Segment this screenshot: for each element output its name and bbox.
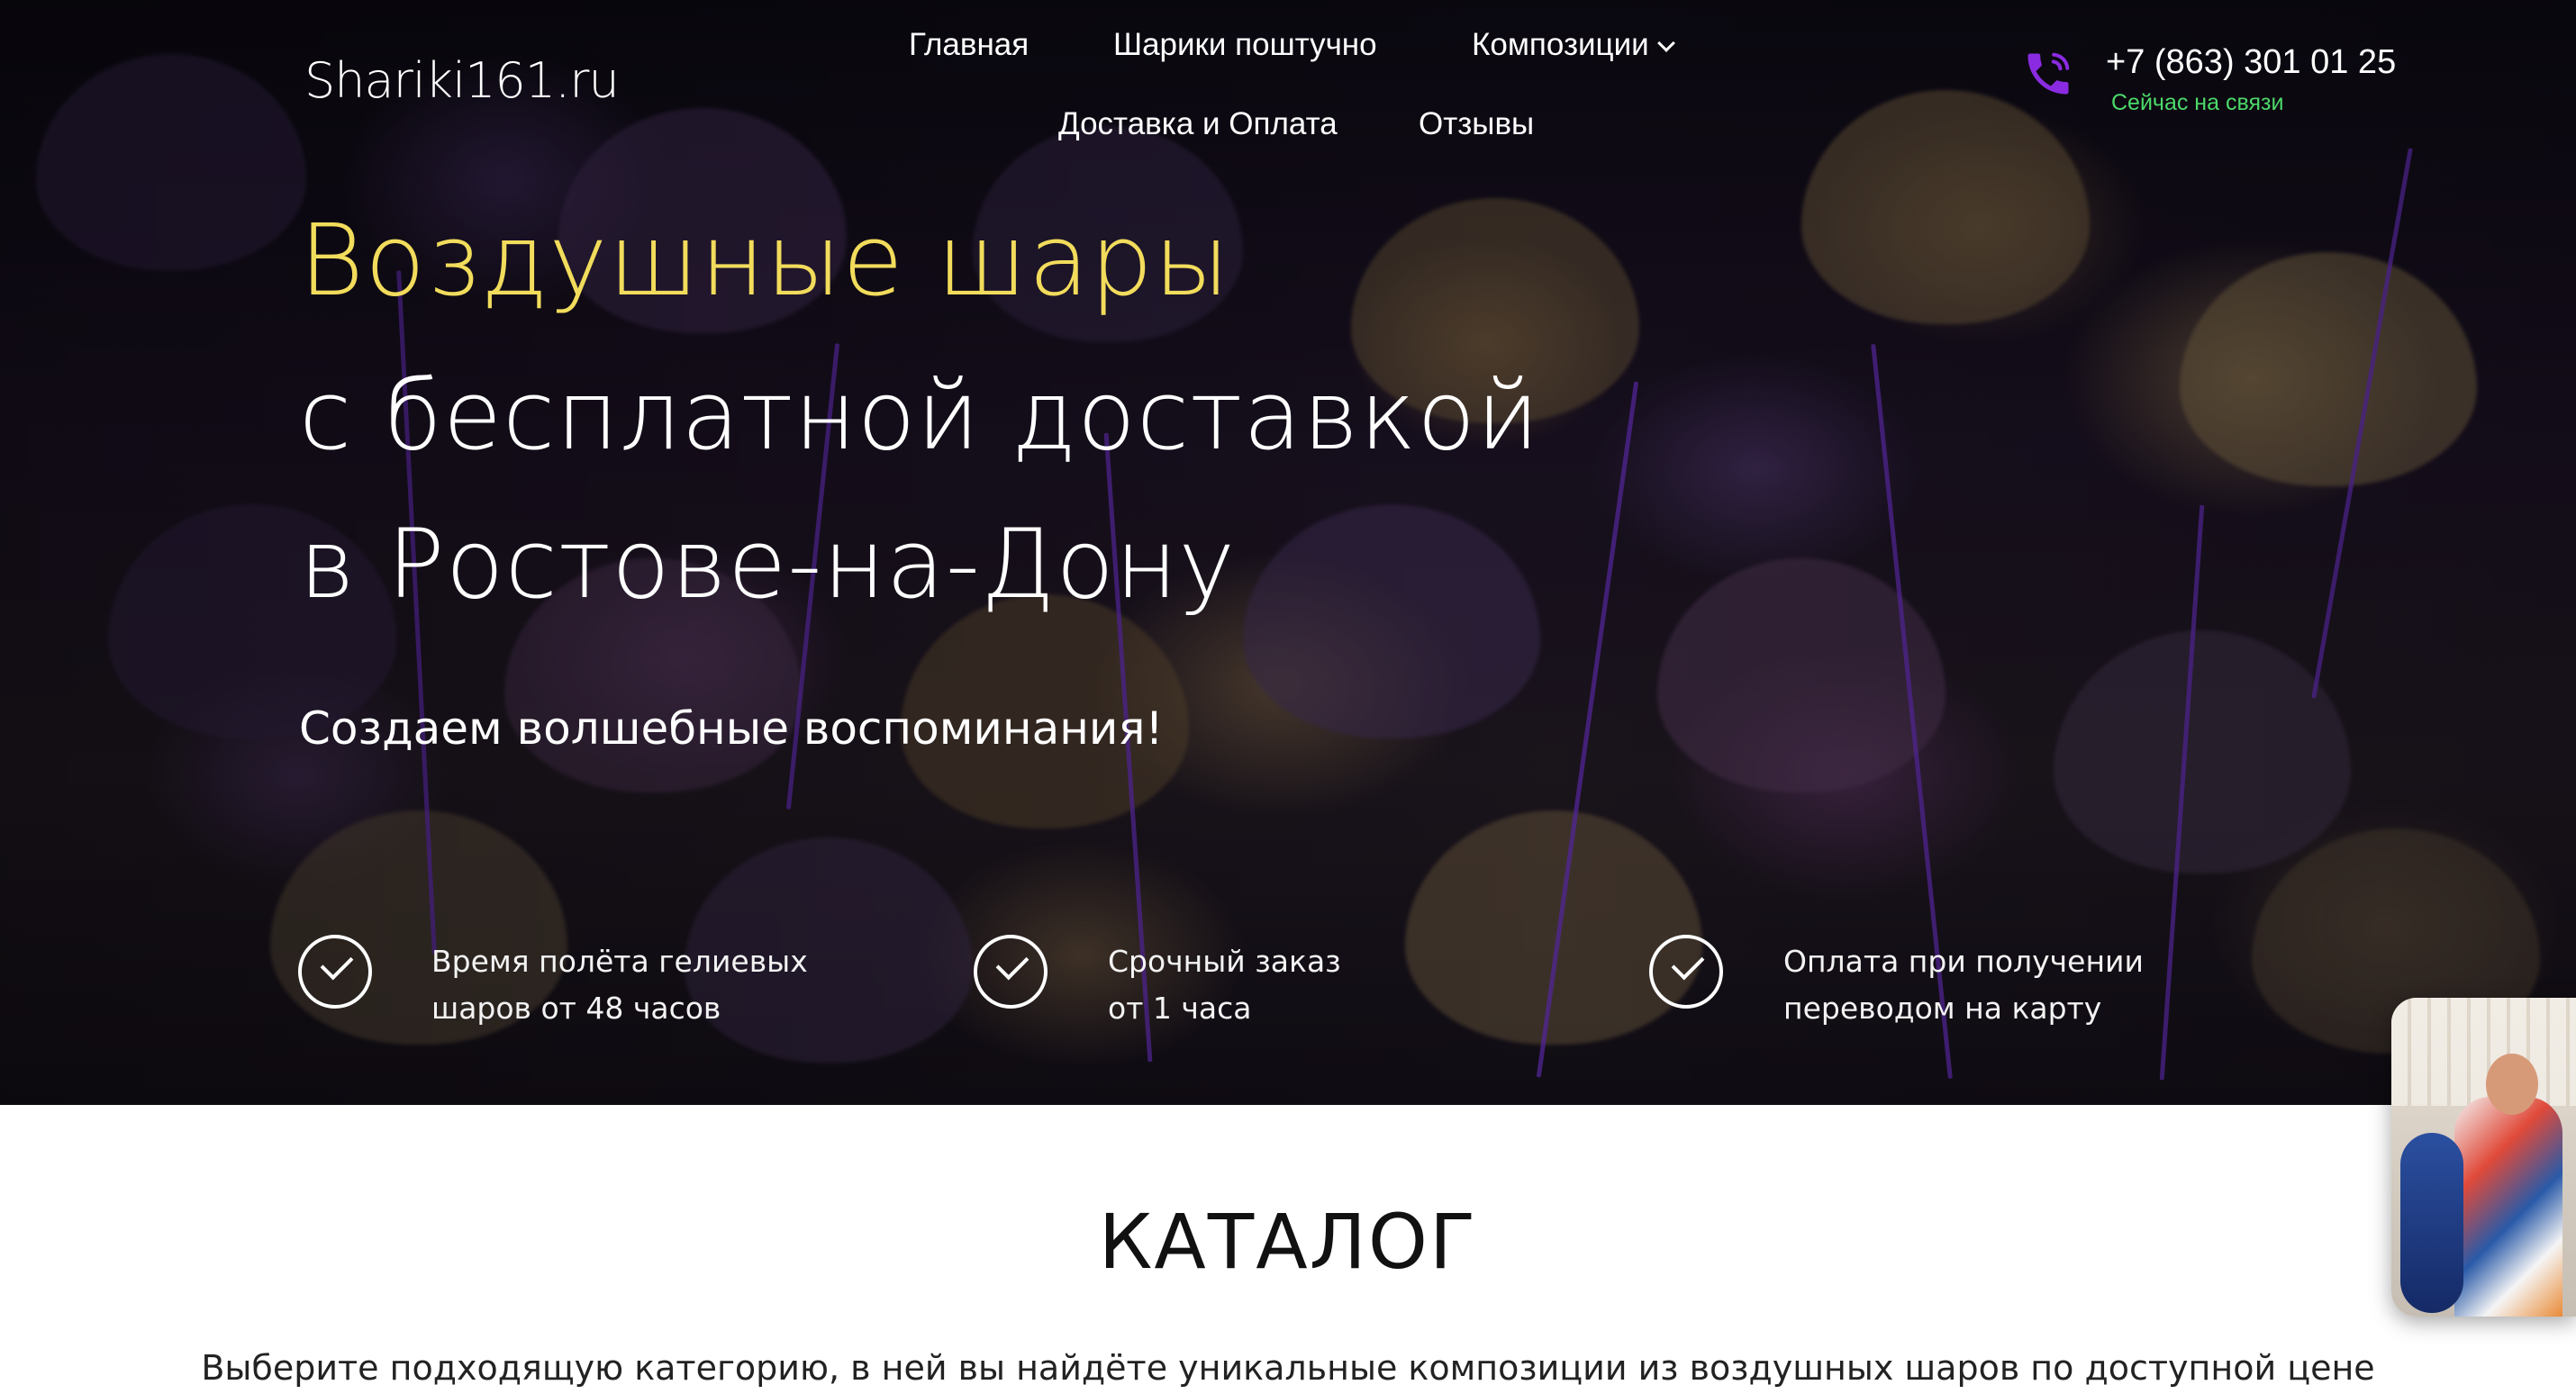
check-circle-icon	[974, 935, 1048, 1009]
feature-text-line: Срочный заказ	[1108, 944, 1341, 979]
feature-payment: Оплата при получении переводом на карту	[1783, 938, 2144, 1032]
nav-item-compositions[interactable]: Композиции	[1472, 27, 1675, 63]
hero-title-line1: Воздушные шары	[299, 203, 1231, 318]
feature-text-line: от 1 часа	[1108, 991, 1252, 1026]
nav-item-compositions-label: Композиции	[1472, 27, 1649, 62]
site-logo[interactable]: Shariki161.ru	[304, 52, 620, 109]
check-circle-icon	[298, 935, 372, 1009]
video-review-widget[interactable]	[2391, 998, 2576, 1317]
video-person-head	[2486, 1054, 2538, 1115]
hero-title-line3: в Ростове-на-Дону	[299, 509, 1237, 620]
video-background	[2391, 998, 2576, 1106]
phone-icon[interactable]	[2021, 47, 2075, 101]
video-balloon	[2400, 1133, 2463, 1313]
nav-item-home[interactable]: Главная	[909, 27, 1029, 63]
nav-item-single-balloons[interactable]: Шарики поштучно	[1113, 27, 1377, 63]
feature-urgent-order: Срочный заказ от 1 часа	[1108, 938, 1341, 1032]
chevron-down-icon	[1656, 34, 1675, 52]
check-circle-icon	[1649, 935, 1723, 1009]
nav-item-reviews[interactable]: Отзывы	[1419, 106, 1534, 142]
feature-text-line: Оплата при получении	[1783, 944, 2144, 979]
hero-title-line2: с бесплатной доставкой	[299, 360, 1540, 471]
phone-number[interactable]: +7 (863) 301 01 25	[2106, 43, 2396, 82]
feature-text-line: переводом на карту	[1783, 991, 2102, 1026]
phone-status: Сейчас на связи	[2111, 90, 2284, 115]
nav-item-delivery[interactable]: Доставка и Оплата	[1058, 106, 1338, 142]
feature-text-line: шаров от 48 часов	[431, 991, 721, 1026]
feature-flight-time: Время полёта гелиевых шаров от 48 часов	[431, 938, 808, 1032]
hero-subtitle: Создаем волшебные воспоминания!	[299, 702, 1164, 755]
video-person	[2454, 1097, 2562, 1317]
feature-text-line: Время полёта гелиевых	[431, 944, 808, 979]
catalog-title: КАТАЛОГ	[1098, 1198, 1478, 1286]
catalog-description: Выберите подходящую категорию, в ней вы …	[201, 1348, 2375, 1388]
